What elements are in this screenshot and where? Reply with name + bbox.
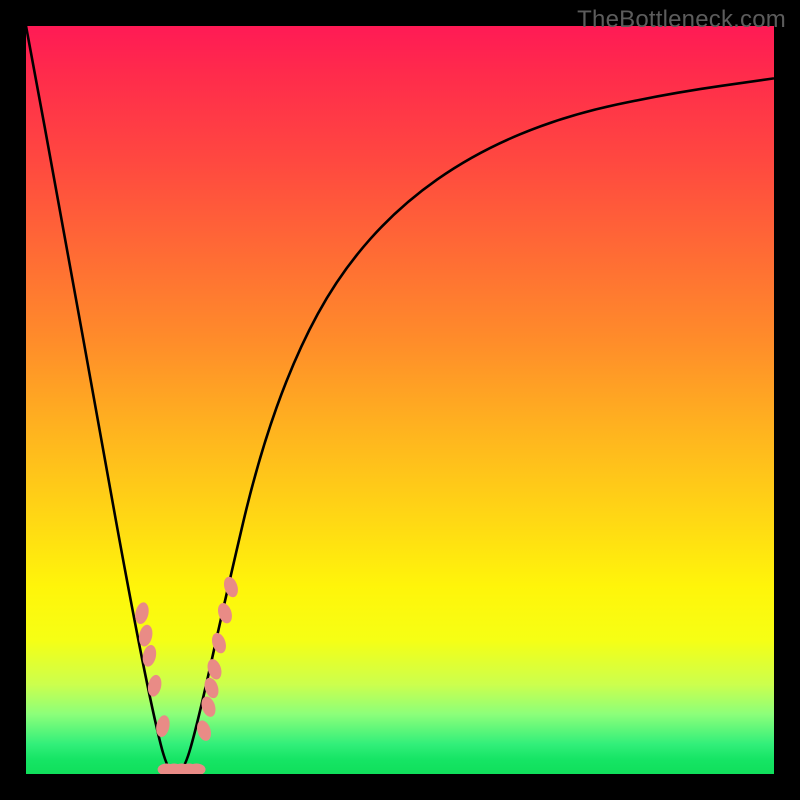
plot-area (26, 26, 774, 774)
marker-point (216, 601, 235, 625)
watermark-text: TheBottleneck.com (577, 6, 786, 34)
curve-path (26, 26, 774, 774)
bottleneck-curve (26, 26, 774, 774)
marker-point (202, 676, 221, 700)
curve-svg (26, 26, 774, 774)
highlighted-markers (133, 575, 240, 774)
chart-frame: TheBottleneck.com (0, 0, 800, 800)
marker-point (154, 714, 171, 738)
marker-point (222, 575, 241, 599)
